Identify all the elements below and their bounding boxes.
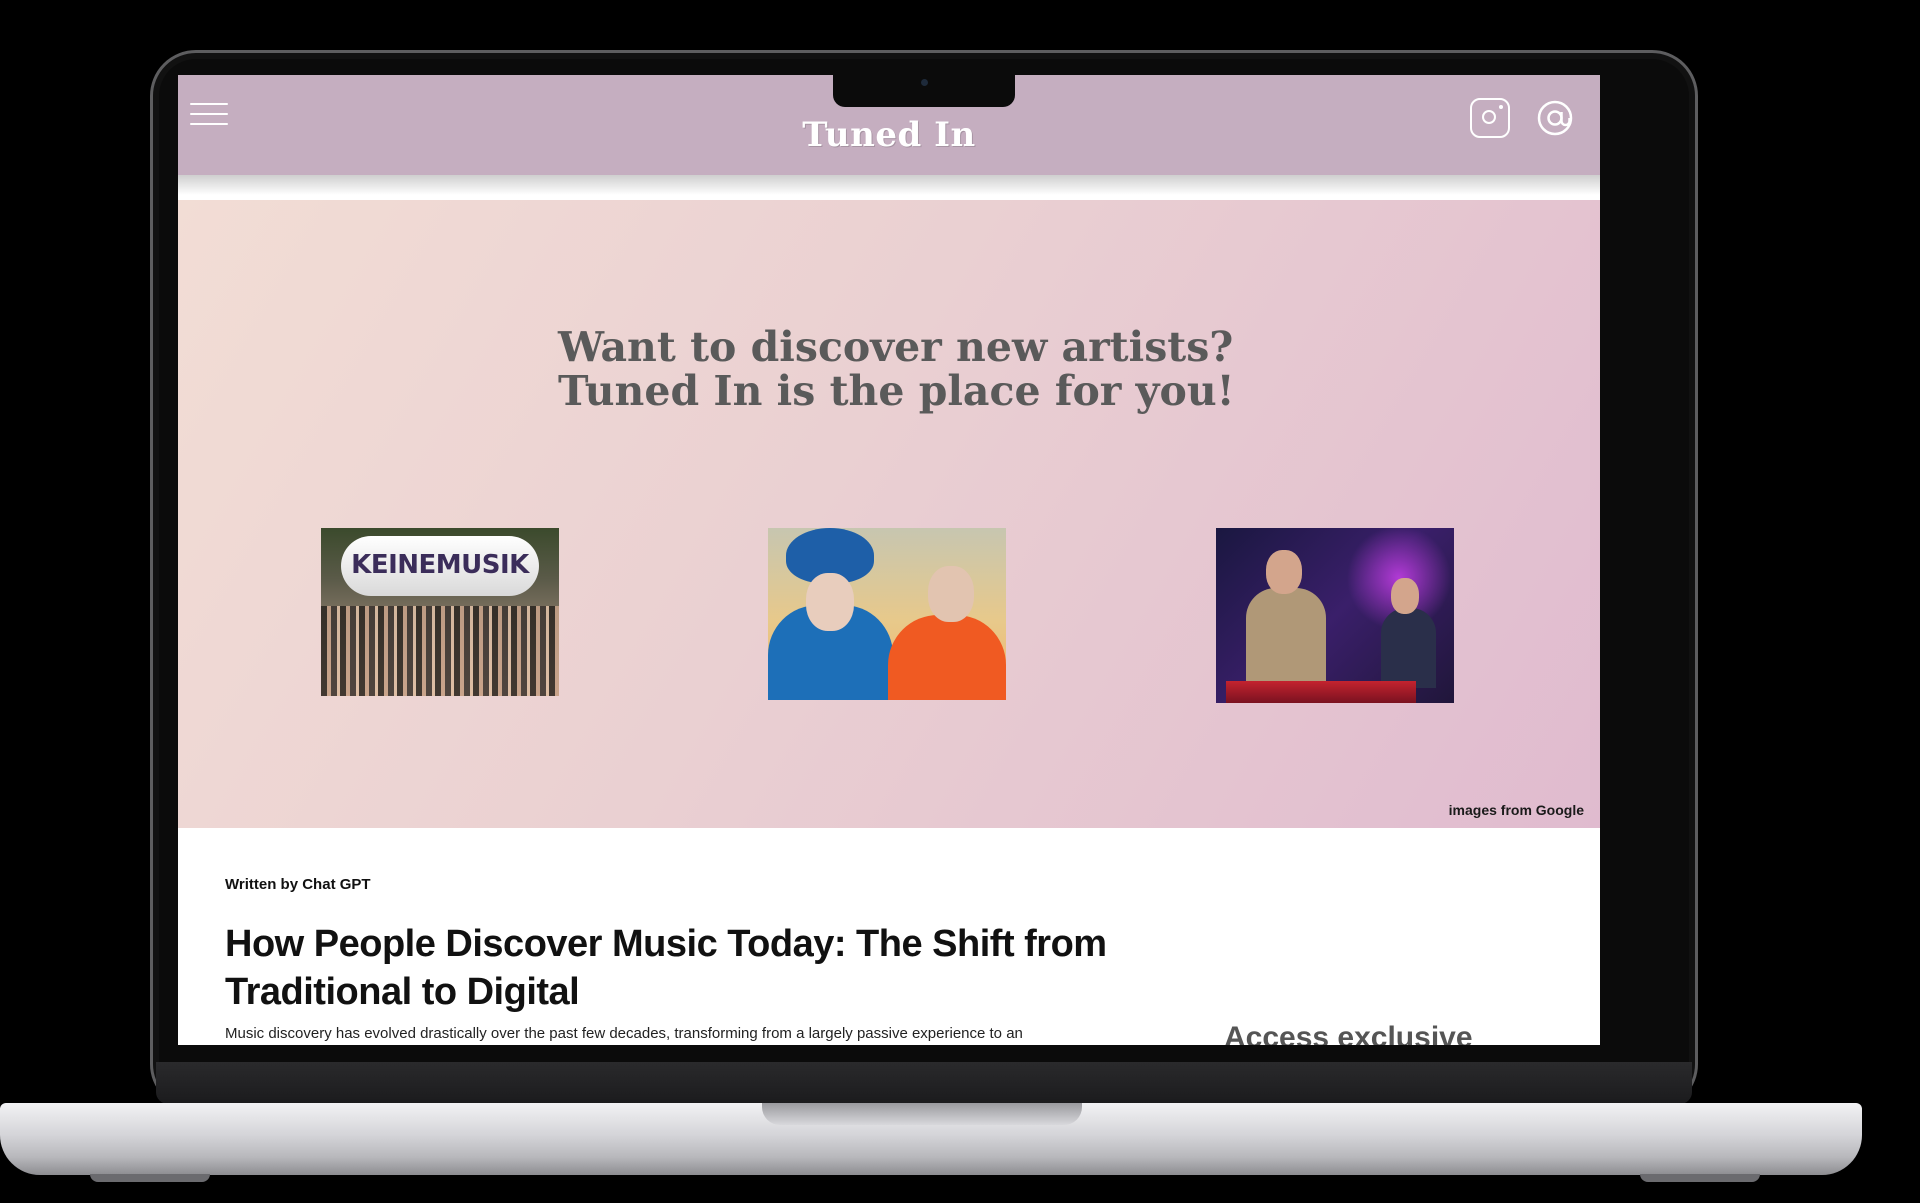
site-logo[interactable]: Tuned In xyxy=(178,115,1600,155)
artist-image-duo[interactable] xyxy=(768,528,1006,700)
laptop-bezel xyxy=(156,1062,1692,1104)
camera-notch xyxy=(833,75,1015,107)
hero-banner: Want to discover new artists? Tuned In i… xyxy=(178,200,1600,828)
laptop-foot-right xyxy=(1640,1174,1760,1182)
instagram-icon[interactable] xyxy=(1470,98,1510,138)
artist-image-live-band[interactable] xyxy=(1216,528,1454,703)
sidebar-heading: Access exclusive xyxy=(1224,1021,1473,1045)
camera-icon xyxy=(921,79,928,86)
header-divider xyxy=(178,175,1600,200)
image-credit: images from Google xyxy=(1448,802,1584,818)
cloud-sign-text: KEINEMUSIK xyxy=(351,550,529,580)
laptop-foot-left xyxy=(90,1174,210,1182)
at-sign-icon[interactable] xyxy=(1535,98,1575,138)
article-title: How People Discover Music Today: The Shi… xyxy=(225,923,1107,1013)
article-byline: Written by Chat GPT xyxy=(225,876,371,893)
hero-title-line2: Tuned In is the place for you! xyxy=(558,367,1235,415)
artist-image-keinemusik[interactable]: KEINEMUSIK xyxy=(321,528,559,696)
cloud-sign: KEINEMUSIK xyxy=(341,536,539,596)
article-body: Music discovery has evolved drastically … xyxy=(225,1025,1023,1042)
laptop-trackpad-groove xyxy=(762,1103,1082,1125)
laptop-screen: Tuned In Want to discover new artists? T… xyxy=(178,75,1600,1045)
hero-title: Want to discover new artists? Tuned In i… xyxy=(558,325,1235,413)
hero-title-line1: Want to discover new artists? xyxy=(558,323,1234,371)
